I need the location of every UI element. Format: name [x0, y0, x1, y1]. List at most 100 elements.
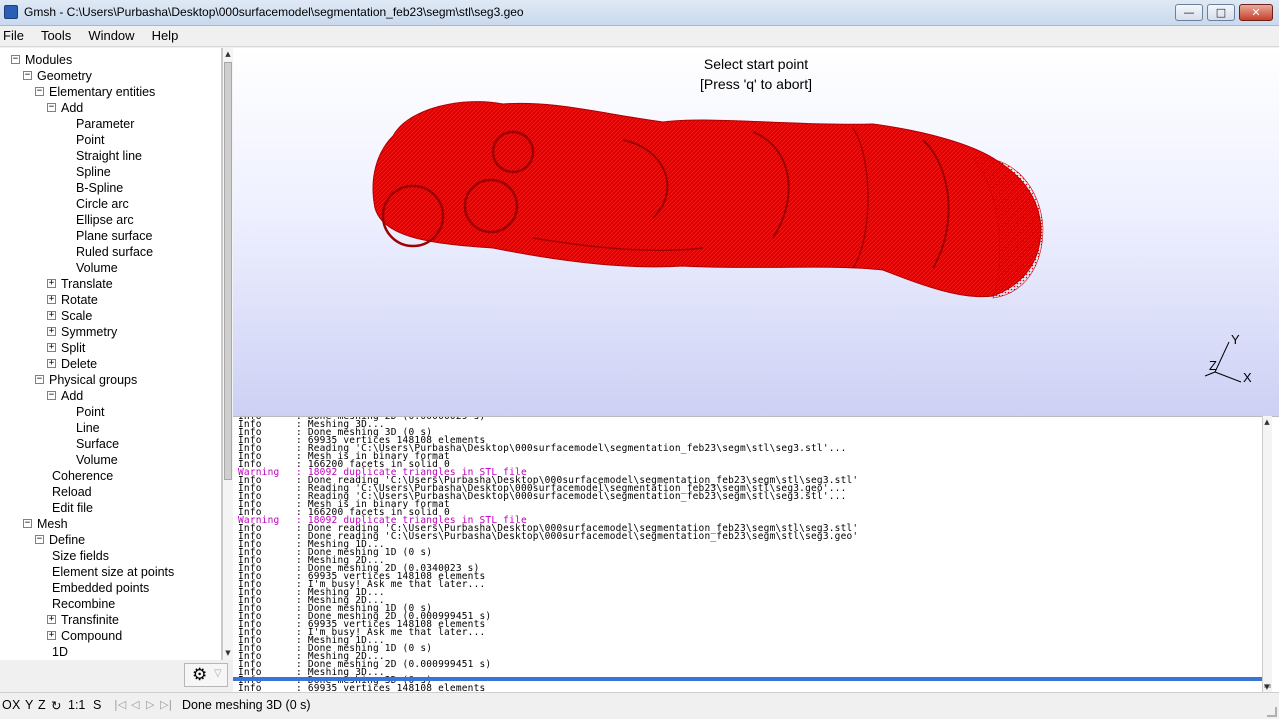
graphics-viewport[interactable]: Select start point [Press 'q' to abort] — [233, 48, 1279, 416]
menu-file[interactable]: File — [3, 26, 24, 46]
tree-item-label: Recombine — [52, 597, 116, 611]
tree-item[interactable]: − Modules — [0, 52, 221, 68]
message-info-line[interactable]: Info: Done meshing 1D (0 s) — [238, 548, 1258, 558]
close-button[interactable]: ✕ — [1239, 4, 1273, 21]
tree-item[interactable]: Spline — [0, 164, 221, 180]
rotate-icon[interactable]: ↻ — [51, 698, 61, 713]
expand-toggle-icon[interactable]: + — [47, 343, 56, 352]
console-scroll-down-icon[interactable]: ▼ — [1263, 682, 1271, 692]
tree-item[interactable]: − Geometry — [0, 68, 221, 84]
message-info-line[interactable]: Info: Done reading 'C:\Users\Purbasha\De… — [238, 532, 1258, 542]
expand-toggle-icon[interactable]: + — [47, 311, 56, 320]
select-s-button[interactable]: S — [93, 698, 101, 712]
message-info-line[interactable]: Info: Meshing 1D... — [238, 588, 1258, 598]
tree-item[interactable]: + Delete — [0, 356, 221, 372]
view-button-x[interactable]: X — [12, 698, 20, 712]
scale-one-to-one-button[interactable]: 1:1 — [68, 698, 85, 712]
tree-item[interactable]: + Symmetry — [0, 324, 221, 340]
expand-toggle-icon[interactable]: + — [47, 631, 56, 640]
message-info-line[interactable]: Info: I'm busy! Ask me that later... — [238, 580, 1258, 590]
collapse-toggle-icon[interactable]: − — [35, 375, 44, 384]
tree-item[interactable]: Ellipse arc — [0, 212, 221, 228]
tree-item[interactable]: Circle arc — [0, 196, 221, 212]
scroll-down-arrow-icon[interactable]: ▼ — [224, 648, 232, 658]
console-scroll-up-icon[interactable]: ▲ — [1263, 417, 1271, 427]
tree-item-label: Volume — [76, 261, 118, 275]
expand-toggle-icon[interactable]: + — [47, 359, 56, 368]
tree-item[interactable]: Parameter — [0, 116, 221, 132]
tree-item[interactable]: Point — [0, 132, 221, 148]
dropdown-arrow-icon: ▽ — [214, 668, 222, 679]
message-info-line[interactable]: Info: Done meshing 2D (0.000999451 s) — [238, 660, 1258, 670]
collapse-toggle-icon[interactable]: − — [23, 519, 32, 528]
view-button-z[interactable]: Z — [38, 698, 46, 712]
menu-help[interactable]: Help — [152, 26, 179, 46]
tree-item-label: Elementary entities — [49, 85, 156, 99]
message-text: 69935 vertices 148108 elements — [307, 683, 486, 692]
expand-toggle-icon[interactable]: + — [47, 295, 56, 304]
tree-item[interactable]: 1D — [0, 644, 221, 660]
tree-item[interactable]: Volume — [0, 260, 221, 276]
collapse-toggle-icon[interactable]: − — [23, 71, 32, 80]
title-bar[interactable]: Gmsh - C:\Users\Purbasha\Desktop\000surf… — [0, 0, 1279, 26]
options-gear-button[interactable]: ⚙ ▽ — [184, 663, 228, 687]
expand-toggle-icon[interactable]: + — [47, 615, 56, 624]
tree-item[interactable]: Coherence — [0, 468, 221, 484]
tree-item[interactable]: Surface — [0, 436, 221, 452]
message-console[interactable]: Info: Done meshing 2D (0.00000029 s) Info… — [233, 416, 1279, 692]
tree-item[interactable]: + Translate — [0, 276, 221, 292]
last-step-icon[interactable]: ▷| — [160, 698, 172, 711]
tree-scrollbar[interactable]: ▲ ▼ — [222, 48, 233, 660]
tree-item[interactable]: Element size at points — [0, 564, 221, 580]
view-button-origin[interactable]: O — [2, 698, 12, 712]
expand-toggle-icon[interactable]: + — [47, 327, 56, 336]
tree-item[interactable]: Plane surface — [0, 228, 221, 244]
first-step-icon[interactable]: |◁ — [114, 698, 126, 711]
tree-item[interactable]: Edit file — [0, 500, 221, 516]
collapse-toggle-icon[interactable]: − — [47, 391, 56, 400]
tree-item[interactable]: + Transfinite — [0, 612, 221, 628]
tree-item[interactable]: + Scale — [0, 308, 221, 324]
view-button-y[interactable]: Y — [25, 698, 33, 712]
message-info-line[interactable]: Info: Done meshing 1D (0 s) — [238, 644, 1258, 654]
prev-step-icon[interactable]: ◁ — [131, 698, 139, 711]
tree-scroll-thumb[interactable] — [224, 62, 232, 480]
tree-item[interactable]: − Elementary entities — [0, 84, 221, 100]
tree-item[interactable]: − Mesh — [0, 516, 221, 532]
menu-tools[interactable]: Tools — [41, 26, 71, 46]
collapse-toggle-icon[interactable]: − — [11, 55, 20, 64]
message-info-line[interactable]: Info: 69935 vertices 148108 elements — [238, 683, 1258, 692]
tree-item[interactable]: Volume — [0, 452, 221, 468]
message-info-line[interactable]: Info: I'm busy! Ask me that later... — [238, 628, 1258, 638]
minimize-button[interactable]: — — [1175, 4, 1203, 21]
collapse-toggle-icon[interactable]: − — [47, 103, 56, 112]
tree-item[interactable]: Ruled surface — [0, 244, 221, 260]
message-selected-row[interactable] — [233, 677, 1262, 681]
tree-item[interactable]: Reload — [0, 484, 221, 500]
menu-window[interactable]: Window — [88, 26, 134, 46]
tree-item[interactable]: B-Spline — [0, 180, 221, 196]
tree-item[interactable]: − Physical groups — [0, 372, 221, 388]
tree-item[interactable]: Line — [0, 420, 221, 436]
tree-item[interactable]: − Add — [0, 100, 221, 116]
tree-item[interactable]: Size fields — [0, 548, 221, 564]
next-step-icon[interactable]: ▷ — [146, 698, 154, 711]
resize-grip-icon[interactable] — [1267, 707, 1277, 717]
tree-item[interactable]: + Compound — [0, 628, 221, 644]
message-separator: : — [296, 683, 302, 692]
scroll-up-arrow-icon[interactable]: ▲ — [224, 49, 232, 59]
tree-item[interactable]: − Add — [0, 388, 221, 404]
collapse-toggle-icon[interactable]: − — [35, 87, 44, 96]
console-scrollbar[interactable]: ▲ ▼ — [1262, 416, 1272, 692]
maximize-button[interactable]: □ — [1207, 4, 1235, 21]
tree-item[interactable]: Recombine — [0, 596, 221, 612]
tree-item[interactable]: Embedded points — [0, 580, 221, 596]
collapse-toggle-icon[interactable]: − — [35, 535, 44, 544]
expand-toggle-icon[interactable]: + — [47, 279, 56, 288]
tree-item[interactable]: + Rotate — [0, 292, 221, 308]
mesh-render[interactable] — [233, 48, 1279, 416]
tree-item[interactable]: − Define — [0, 532, 221, 548]
tree-item[interactable]: Point — [0, 404, 221, 420]
tree-item[interactable]: Straight line — [0, 148, 221, 164]
tree-item[interactable]: + Split — [0, 340, 221, 356]
